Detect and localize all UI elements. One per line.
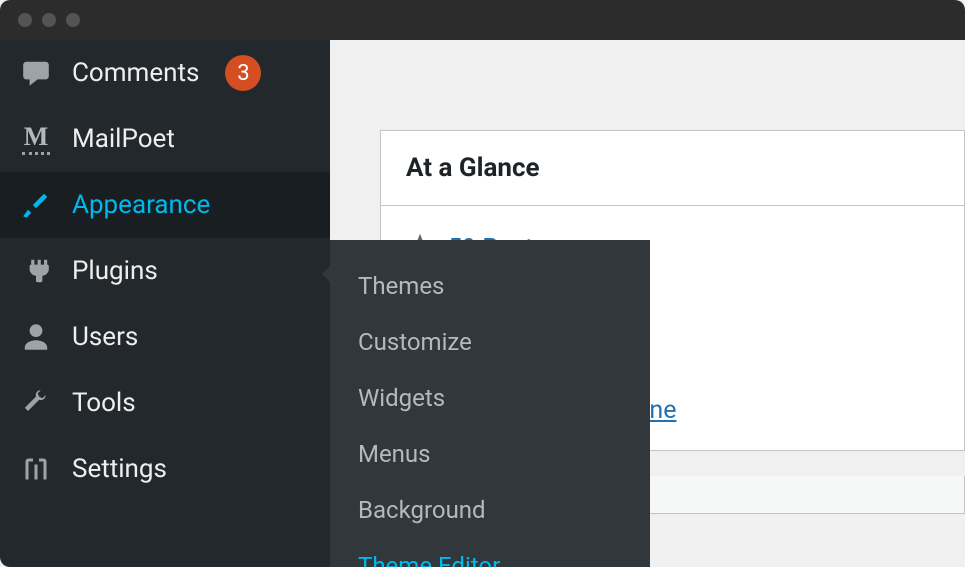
comment-icon [18, 55, 54, 91]
sidebar-item-appearance[interactable]: Appearance [0, 172, 330, 238]
workspace: Comments 3 M MailPoet Appearance Plugins [0, 40, 965, 567]
tools-icon [18, 385, 54, 421]
sidebar-item-label: MailPoet [72, 124, 175, 154]
submenu-item-themes[interactable]: Themes [330, 258, 650, 314]
window-titlebar [0, 0, 965, 40]
submenu-item-theme-editor[interactable]: Theme Editor [330, 538, 650, 567]
submenu-item-background[interactable]: Background [330, 482, 650, 538]
settings-icon [18, 451, 54, 487]
sidebar-item-users[interactable]: Users [0, 304, 330, 370]
traffic-light-close[interactable] [18, 13, 32, 27]
appearance-icon [18, 187, 54, 223]
users-icon [18, 319, 54, 355]
sidebar-item-label: Tools [72, 388, 136, 418]
sidebar-item-tools[interactable]: Tools [0, 370, 330, 436]
widget-title: At a Glance [381, 131, 964, 206]
submenu-item-widgets[interactable]: Widgets [330, 370, 650, 426]
sidebar-item-mailpoet[interactable]: M MailPoet [0, 106, 330, 172]
sidebar-item-label: Plugins [72, 256, 158, 286]
traffic-light-minimize[interactable] [42, 13, 56, 27]
admin-sidebar: Comments 3 M MailPoet Appearance Plugins [0, 40, 330, 567]
sidebar-item-label: Comments [72, 58, 199, 88]
appearance-submenu: Themes Customize Widgets Menus Backgroun… [330, 240, 650, 567]
submenu-item-menus[interactable]: Menus [330, 426, 650, 482]
plugins-icon [18, 253, 54, 289]
mailpoet-icon: M [18, 121, 54, 157]
sidebar-item-plugins[interactable]: Plugins [0, 238, 330, 304]
sidebar-item-comments[interactable]: Comments 3 [0, 40, 330, 106]
sidebar-item-label: Appearance [72, 190, 210, 220]
comments-badge: 3 [225, 55, 261, 91]
sidebar-item-label: Users [72, 322, 138, 352]
sidebar-item-settings[interactable]: Settings [0, 436, 330, 502]
traffic-light-zoom[interactable] [66, 13, 80, 27]
submenu-item-customize[interactable]: Customize [330, 314, 650, 370]
sidebar-item-label: Settings [72, 454, 167, 484]
